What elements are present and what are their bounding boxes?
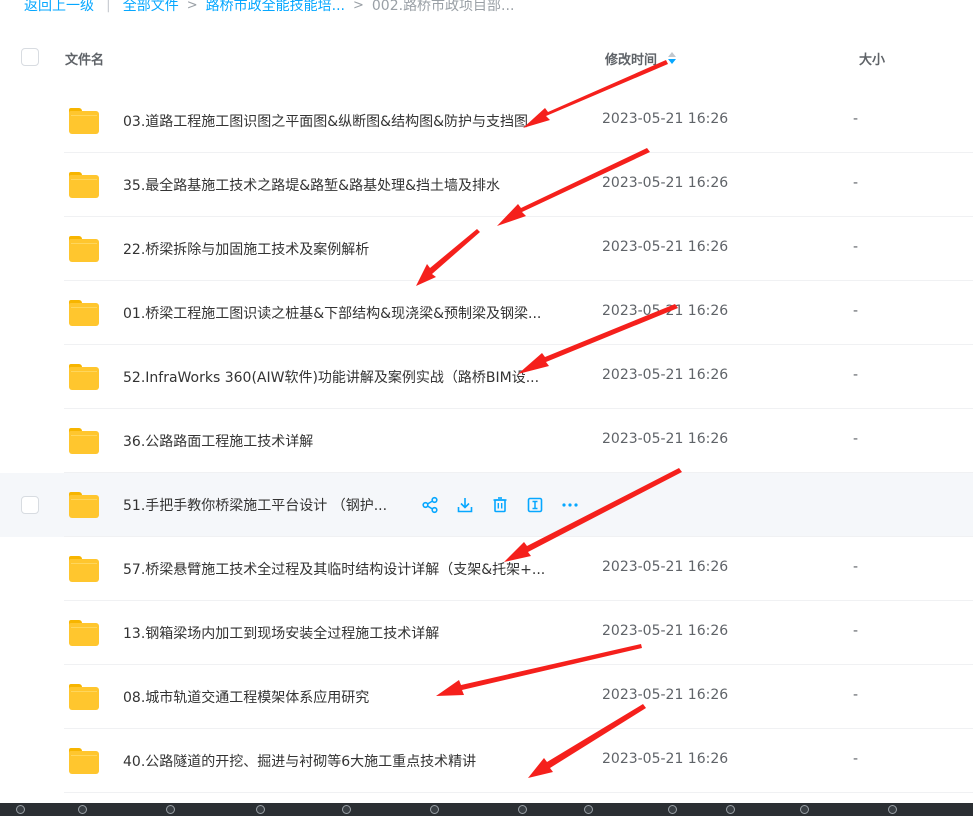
file-list-header: 文件名 修改时间 大小 (0, 36, 973, 80)
file-size: - (853, 751, 859, 767)
column-header-modified[interactable]: 修改时间 (605, 49, 677, 68)
file-list: 03.道路工程施工图识图之平面图&纵断图&结构图&防护与支挡图 2023-05-… (0, 89, 973, 793)
file-name[interactable]: 13.钢箱梁场内加工到现场安装全过程施工技术详解 (123, 623, 439, 643)
sort-icon[interactable] (667, 51, 677, 66)
file-modified-time: 2023-05-21 16:26 (602, 687, 729, 703)
file-row[interactable]: 08.城市轨道交通工程模架体系应用研究 2023-05-21 16:26 - (0, 665, 973, 729)
folder-icon (69, 364, 99, 390)
file-name[interactable]: 08.城市轨道交通工程模架体系应用研究 (123, 687, 369, 707)
select-all-checkbox[interactable] (21, 48, 39, 66)
folder-icon (69, 108, 99, 134)
file-name[interactable]: 22.桥梁拆除与加固施工技术及案例解析 (123, 239, 369, 259)
file-modified-time: 2023-05-21 16:26 (602, 367, 729, 383)
taskbar-dot-icon (342, 805, 351, 814)
taskbar-dot-icon (668, 805, 677, 814)
breadcrumb-all-files-link[interactable]: 全部文件 (123, 0, 179, 15)
file-size: - (853, 303, 859, 319)
taskbar-dot-icon (888, 805, 897, 814)
taskbar-dot-icon (584, 805, 593, 814)
download-icon[interactable] (455, 495, 475, 515)
breadcrumb-chevron-icon: > (186, 0, 198, 13)
breadcrumb-folder-link[interactable]: 路桥市政全能技能培... (206, 0, 345, 15)
file-size: - (853, 111, 859, 127)
breadcrumb-divider: | (106, 0, 111, 13)
rename-icon[interactable] (525, 495, 545, 515)
file-row-hovered[interactable]: 51.手把手教你桥梁施工平台设计 （钢护... (0, 473, 973, 537)
file-name[interactable]: 52.InfraWorks 360(AIW软件)功能讲解及案例实战（路桥BIM设… (123, 367, 539, 387)
taskbar-dot-icon (726, 805, 735, 814)
file-browser-page: 返回上一级 | 全部文件 > 路桥市政全能技能培... > 002.路桥市政项目… (0, 0, 973, 816)
file-modified-time: 2023-05-21 16:26 (602, 431, 729, 447)
file-size: - (853, 559, 859, 575)
taskbar-dot-icon (518, 805, 527, 814)
taskbar-dot-icon (16, 805, 25, 814)
taskbar-dot-icon (256, 805, 265, 814)
folder-icon (69, 684, 99, 710)
file-size: - (853, 431, 859, 447)
file-modified-time: 2023-05-21 16:26 (602, 239, 729, 255)
file-name[interactable]: 40.公路隧道的开挖、掘进与衬砌等6大施工重点技术精讲 (123, 751, 476, 771)
file-row[interactable]: 03.道路工程施工图识图之平面图&纵断图&结构图&防护与支挡图 2023-05-… (0, 89, 973, 153)
breadcrumb: 返回上一级 | 全部文件 > 路桥市政全能技能培... > 002.路桥市政项目… (24, 0, 514, 16)
bottom-taskbar (0, 803, 973, 816)
folder-icon (69, 556, 99, 582)
file-modified-time: 2023-05-21 16:26 (602, 751, 729, 767)
file-row[interactable]: 22.桥梁拆除与加固施工技术及案例解析 2023-05-21 16:26 - (0, 217, 973, 281)
file-row[interactable]: 57.桥梁悬臂施工技术全过程及其临时结构设计详解（支架&托架+... 2023-… (0, 537, 973, 601)
file-row[interactable]: 40.公路隧道的开挖、掘进与衬砌等6大施工重点技术精讲 2023-05-21 1… (0, 729, 973, 793)
file-modified-time: 2023-05-21 16:26 (602, 623, 729, 639)
file-size: - (853, 623, 859, 639)
taskbar-dot-icon (166, 805, 175, 814)
folder-icon (69, 748, 99, 774)
file-modified-time: 2023-05-21 16:26 (602, 175, 729, 191)
file-modified-time: 2023-05-21 16:26 (602, 559, 729, 575)
breadcrumb-current: 002.路桥市政项目部... (371, 0, 515, 14)
folder-icon (69, 620, 99, 646)
column-header-size[interactable]: 大小 (859, 49, 885, 68)
file-row[interactable]: 36.公路路面工程施工技术详解 2023-05-21 16:26 - (0, 409, 973, 473)
file-name[interactable]: 36.公路路面工程施工技术详解 (123, 431, 313, 451)
file-name[interactable]: 01.桥梁工程施工图识读之桩基&下部结构&现浇梁&预制梁及钢梁... (123, 303, 541, 323)
taskbar-dot-icon (78, 805, 87, 814)
file-size: - (853, 367, 859, 383)
folder-icon (69, 236, 99, 262)
file-modified-time: 2023-05-21 16:26 (602, 303, 729, 319)
file-row[interactable]: 52.InfraWorks 360(AIW软件)功能讲解及案例实战（路桥BIM设… (0, 345, 973, 409)
row-actions (420, 495, 595, 515)
file-name[interactable]: 03.道路工程施工图识图之平面图&纵断图&结构图&防护与支挡图 (123, 111, 528, 131)
taskbar-dot-icon (430, 805, 439, 814)
file-name[interactable]: 51.手把手教你桥梁施工平台设计 （钢护... (123, 495, 387, 515)
breadcrumb-chevron-icon: > (352, 0, 364, 13)
folder-icon (69, 300, 99, 326)
file-size: - (853, 239, 859, 255)
row-checkbox[interactable] (21, 496, 39, 514)
share-icon[interactable] (420, 495, 440, 515)
column-header-modified-label: 修改时间 (605, 53, 658, 68)
file-size: - (853, 687, 859, 703)
taskbar-dot-icon (800, 805, 809, 814)
file-name[interactable]: 57.桥梁悬臂施工技术全过程及其临时结构设计详解（支架&托架+... (123, 559, 545, 579)
breadcrumb-back-link[interactable]: 返回上一级 (24, 0, 94, 15)
file-size: - (853, 175, 859, 191)
folder-icon (69, 172, 99, 198)
column-header-name[interactable]: 文件名 (65, 49, 104, 68)
folder-icon (69, 428, 99, 454)
folder-icon (69, 492, 99, 518)
file-name[interactable]: 35.最全路基施工技术之路堤&路堑&路基处理&挡土墙及排水 (123, 175, 500, 195)
more-icon[interactable] (560, 495, 580, 515)
file-row[interactable]: 13.钢箱梁场内加工到现场安装全过程施工技术详解 2023-05-21 16:2… (0, 601, 973, 665)
file-row[interactable]: 01.桥梁工程施工图识读之桩基&下部结构&现浇梁&预制梁及钢梁... 2023-… (0, 281, 973, 345)
file-modified-time: 2023-05-21 16:26 (602, 111, 729, 127)
file-row[interactable]: 35.最全路基施工技术之路堤&路堑&路基处理&挡土墙及排水 2023-05-21… (0, 153, 973, 217)
delete-icon[interactable] (490, 495, 510, 515)
